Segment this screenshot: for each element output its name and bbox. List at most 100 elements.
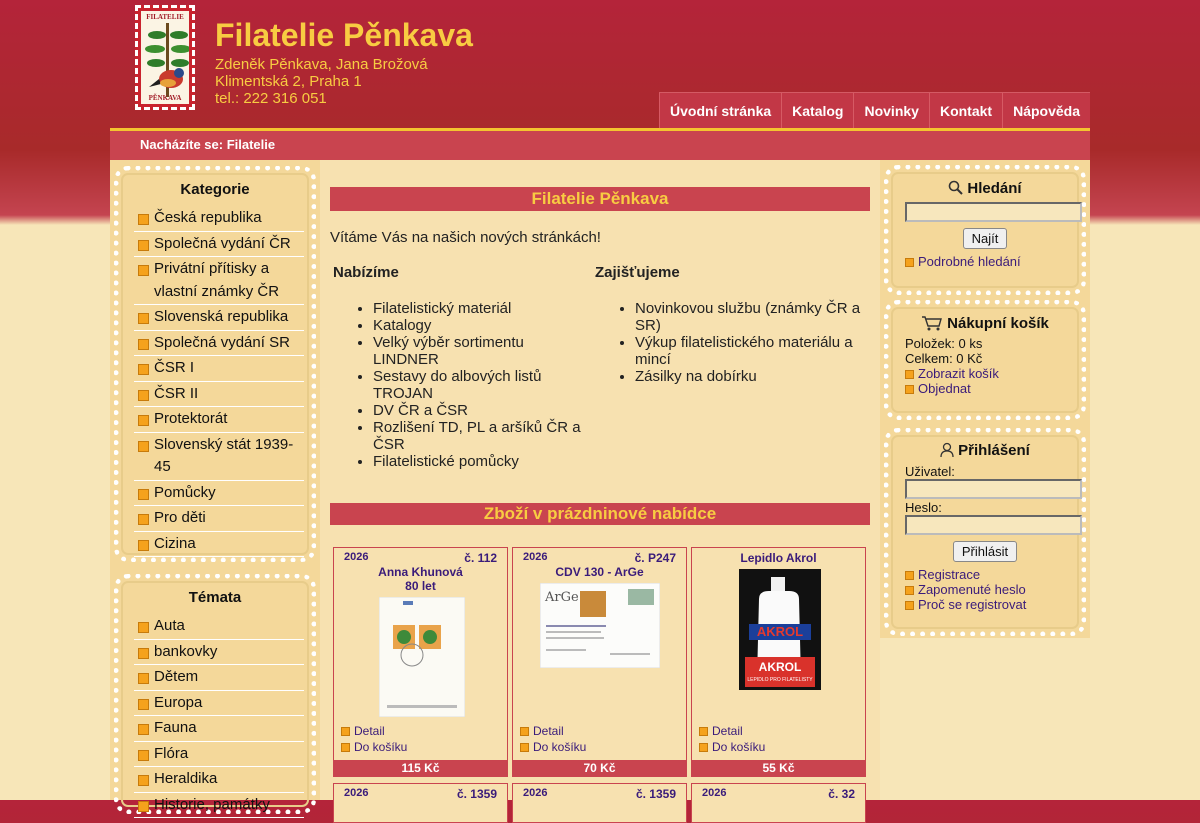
username-input[interactable] — [905, 479, 1082, 499]
logo-text-bottom: PĚNKAVA — [148, 94, 182, 102]
product-year: 2026 — [344, 787, 369, 799]
product-name[interactable]: Anna Khunová — [334, 565, 507, 579]
welcome-text: Vítáme Vás na našich nových stránkách! — [330, 229, 601, 246]
address-text: Klimentská 2, Praha 1 — [215, 73, 362, 90]
nav-home[interactable]: Úvodní stránka — [659, 93, 781, 129]
user-icon — [940, 442, 954, 458]
topic-item[interactable]: Dětem — [134, 665, 304, 691]
topic-item[interactable]: Flóra — [134, 742, 304, 767]
product-year: 2026 — [523, 787, 548, 799]
offer-item: Rozlišení TD, PL a aršíků ČR a ČSR — [373, 419, 583, 453]
order-link[interactable]: Objednat — [905, 381, 971, 396]
product-subname: 80 let — [405, 579, 436, 593]
cart-icon — [922, 316, 943, 331]
topics-box: Témata Auta bankovky Dětem Europa Fauna … — [114, 574, 316, 818]
phone-text: tel.: 222 316 051 — [215, 90, 327, 107]
product-detail-link[interactable]: Detail — [699, 724, 743, 738]
cart-items-count: Položek: 0 ks — [905, 336, 983, 351]
add-to-cart-link[interactable]: Do košíku — [341, 740, 407, 754]
offer-item: Filatelistický materiál — [373, 300, 583, 317]
category-item[interactable]: Slovenský stát 1939-45 — [134, 433, 304, 481]
show-cart-link[interactable]: Zobrazit košík — [905, 366, 999, 381]
nav-contact[interactable]: Kontakt — [928, 93, 1002, 129]
product-number: č. P247 — [634, 551, 676, 565]
category-item[interactable]: Privátní přítisky a vlastní známky ČR — [134, 257, 304, 305]
product-card: Lepidlo Akrol AKROL AKROL LEPIDLO PRO FI… — [691, 547, 866, 777]
product-name[interactable]: CDV 130 - ArGe — [513, 565, 686, 579]
register-link[interactable]: Registrace — [905, 567, 980, 582]
category-item[interactable]: Společná vydání SR — [134, 331, 304, 356]
topic-item[interactable]: Historie, památky — [134, 793, 304, 818]
product-card: 2026 č. 1359 — [333, 783, 508, 823]
search-input[interactable] — [905, 202, 1082, 222]
product-detail-link[interactable]: Detail — [520, 724, 564, 738]
category-item[interactable]: Pomůcky — [134, 481, 304, 506]
login-title: Přihlášení — [889, 442, 1081, 459]
page-title: Filatelie Pěnkava — [330, 187, 870, 211]
product-year: 2026 — [702, 787, 727, 799]
product-card: 2026 č. 112 Anna Khunová 80 let Detail D… — [333, 547, 508, 777]
nav-catalog[interactable]: Katalog — [781, 93, 853, 129]
offer-item: DV ČR a ČSR — [373, 402, 583, 419]
cart-title: Nákupní košík — [889, 315, 1081, 332]
glue-bottle-image[interactable]: AKROL AKROL LEPIDLO PRO FILATELISTY — [739, 569, 821, 690]
logo-text-top: FILATELIE — [146, 13, 184, 21]
category-item[interactable]: Protektorát — [134, 407, 304, 433]
category-item[interactable]: ČSR II — [134, 382, 304, 407]
category-item[interactable]: Cizina — [134, 532, 304, 557]
add-to-cart-link[interactable]: Do košíku — [699, 740, 765, 754]
offer-item: Filatelistické pomůcky — [373, 453, 583, 470]
password-input[interactable] — [905, 515, 1082, 535]
advanced-search-link[interactable]: Podrobné hledání — [905, 254, 1021, 269]
topic-item[interactable]: Fauna — [134, 716, 304, 742]
product-number: č. 32 — [828, 787, 855, 801]
category-item[interactable]: Pro děti — [134, 506, 304, 532]
offer-item: Velký výběr sortimentu LINDNER — [373, 334, 583, 368]
bird-on-branch-illustration — [145, 23, 189, 97]
category-item[interactable]: ČSR I — [134, 356, 304, 382]
nav-help[interactable]: Nápověda — [1002, 93, 1090, 129]
add-to-cart-link[interactable]: Do košíku — [520, 740, 586, 754]
offer-item: Katalogy — [373, 317, 583, 334]
bottle-brand-text-bottom: AKROL — [759, 660, 802, 674]
magnifier-icon — [949, 180, 964, 195]
product-card: 2026 č. 1359 — [512, 783, 687, 823]
cart-total: Celkem: 0 Kč — [905, 351, 983, 366]
stamp-sheet-image[interactable] — [379, 597, 465, 717]
site-logo[interactable]: FILATELIE PĚNKAVA — [135, 5, 195, 110]
main-content: Filatelie Pěnkava Vítáme Vás na našich n… — [320, 160, 880, 823]
topic-item[interactable]: Heraldika — [134, 767, 304, 793]
category-item[interactable]: Slovenská republika — [134, 305, 304, 331]
left-sidebar: Kategorie Česká republika Společná vydán… — [110, 160, 320, 818]
product-name[interactable]: Lepidlo Akrol — [692, 551, 865, 565]
holiday-offer-title: Zboží v prázdninové nabídce — [330, 503, 870, 525]
topic-item[interactable]: bankovky — [134, 640, 304, 665]
bottle-label-text: LEPIDLO PRO FILATELISTY — [747, 677, 813, 683]
categories-title: Kategorie — [180, 181, 250, 198]
product-price: 55 Kč — [692, 760, 865, 776]
product-detail-link[interactable]: Detail — [341, 724, 385, 738]
provide-heading: Zajišťujeme — [595, 264, 680, 281]
search-button[interactable]: Najít — [963, 228, 1007, 249]
owners-text: Zdeněk Pěnkava, Jana Brožová — [215, 56, 428, 73]
provide-item: Výkup filatelistického materiálu a mincí — [635, 334, 865, 368]
postcard-image[interactable]: ArGe — [540, 583, 660, 668]
nav-news[interactable]: Novinky — [853, 93, 928, 129]
offer-item: Sestavy do albových listů TROJAN — [373, 368, 583, 402]
forgot-password-link[interactable]: Zapomenuté heslo — [905, 582, 1026, 597]
product-year: 2026 — [344, 551, 369, 563]
username-label: Uživatel: — [905, 464, 955, 479]
provide-list: Novinkovou službu (známky ČR a SR) Výkup… — [595, 300, 865, 385]
login-button[interactable]: Přihlásit — [953, 541, 1017, 562]
topics-list: Auta bankovky Dětem Europa Fauna Flóra H… — [134, 614, 304, 818]
category-item[interactable]: Společná vydání ČR — [134, 232, 304, 257]
why-register-link[interactable]: Proč se registrovat — [905, 597, 1026, 612]
categories-box: Kategorie Česká republika Společná vydán… — [114, 166, 316, 562]
product-number: č. 1359 — [635, 787, 676, 801]
offer-heading: Nabízíme — [333, 264, 399, 281]
search-title: Hledání — [889, 180, 1081, 197]
category-item[interactable]: Česká republika — [134, 206, 304, 232]
topic-item[interactable]: Auta — [134, 614, 304, 640]
provide-item: Novinkovou službu (známky ČR a SR) — [635, 300, 865, 334]
topic-item[interactable]: Europa — [134, 691, 304, 716]
